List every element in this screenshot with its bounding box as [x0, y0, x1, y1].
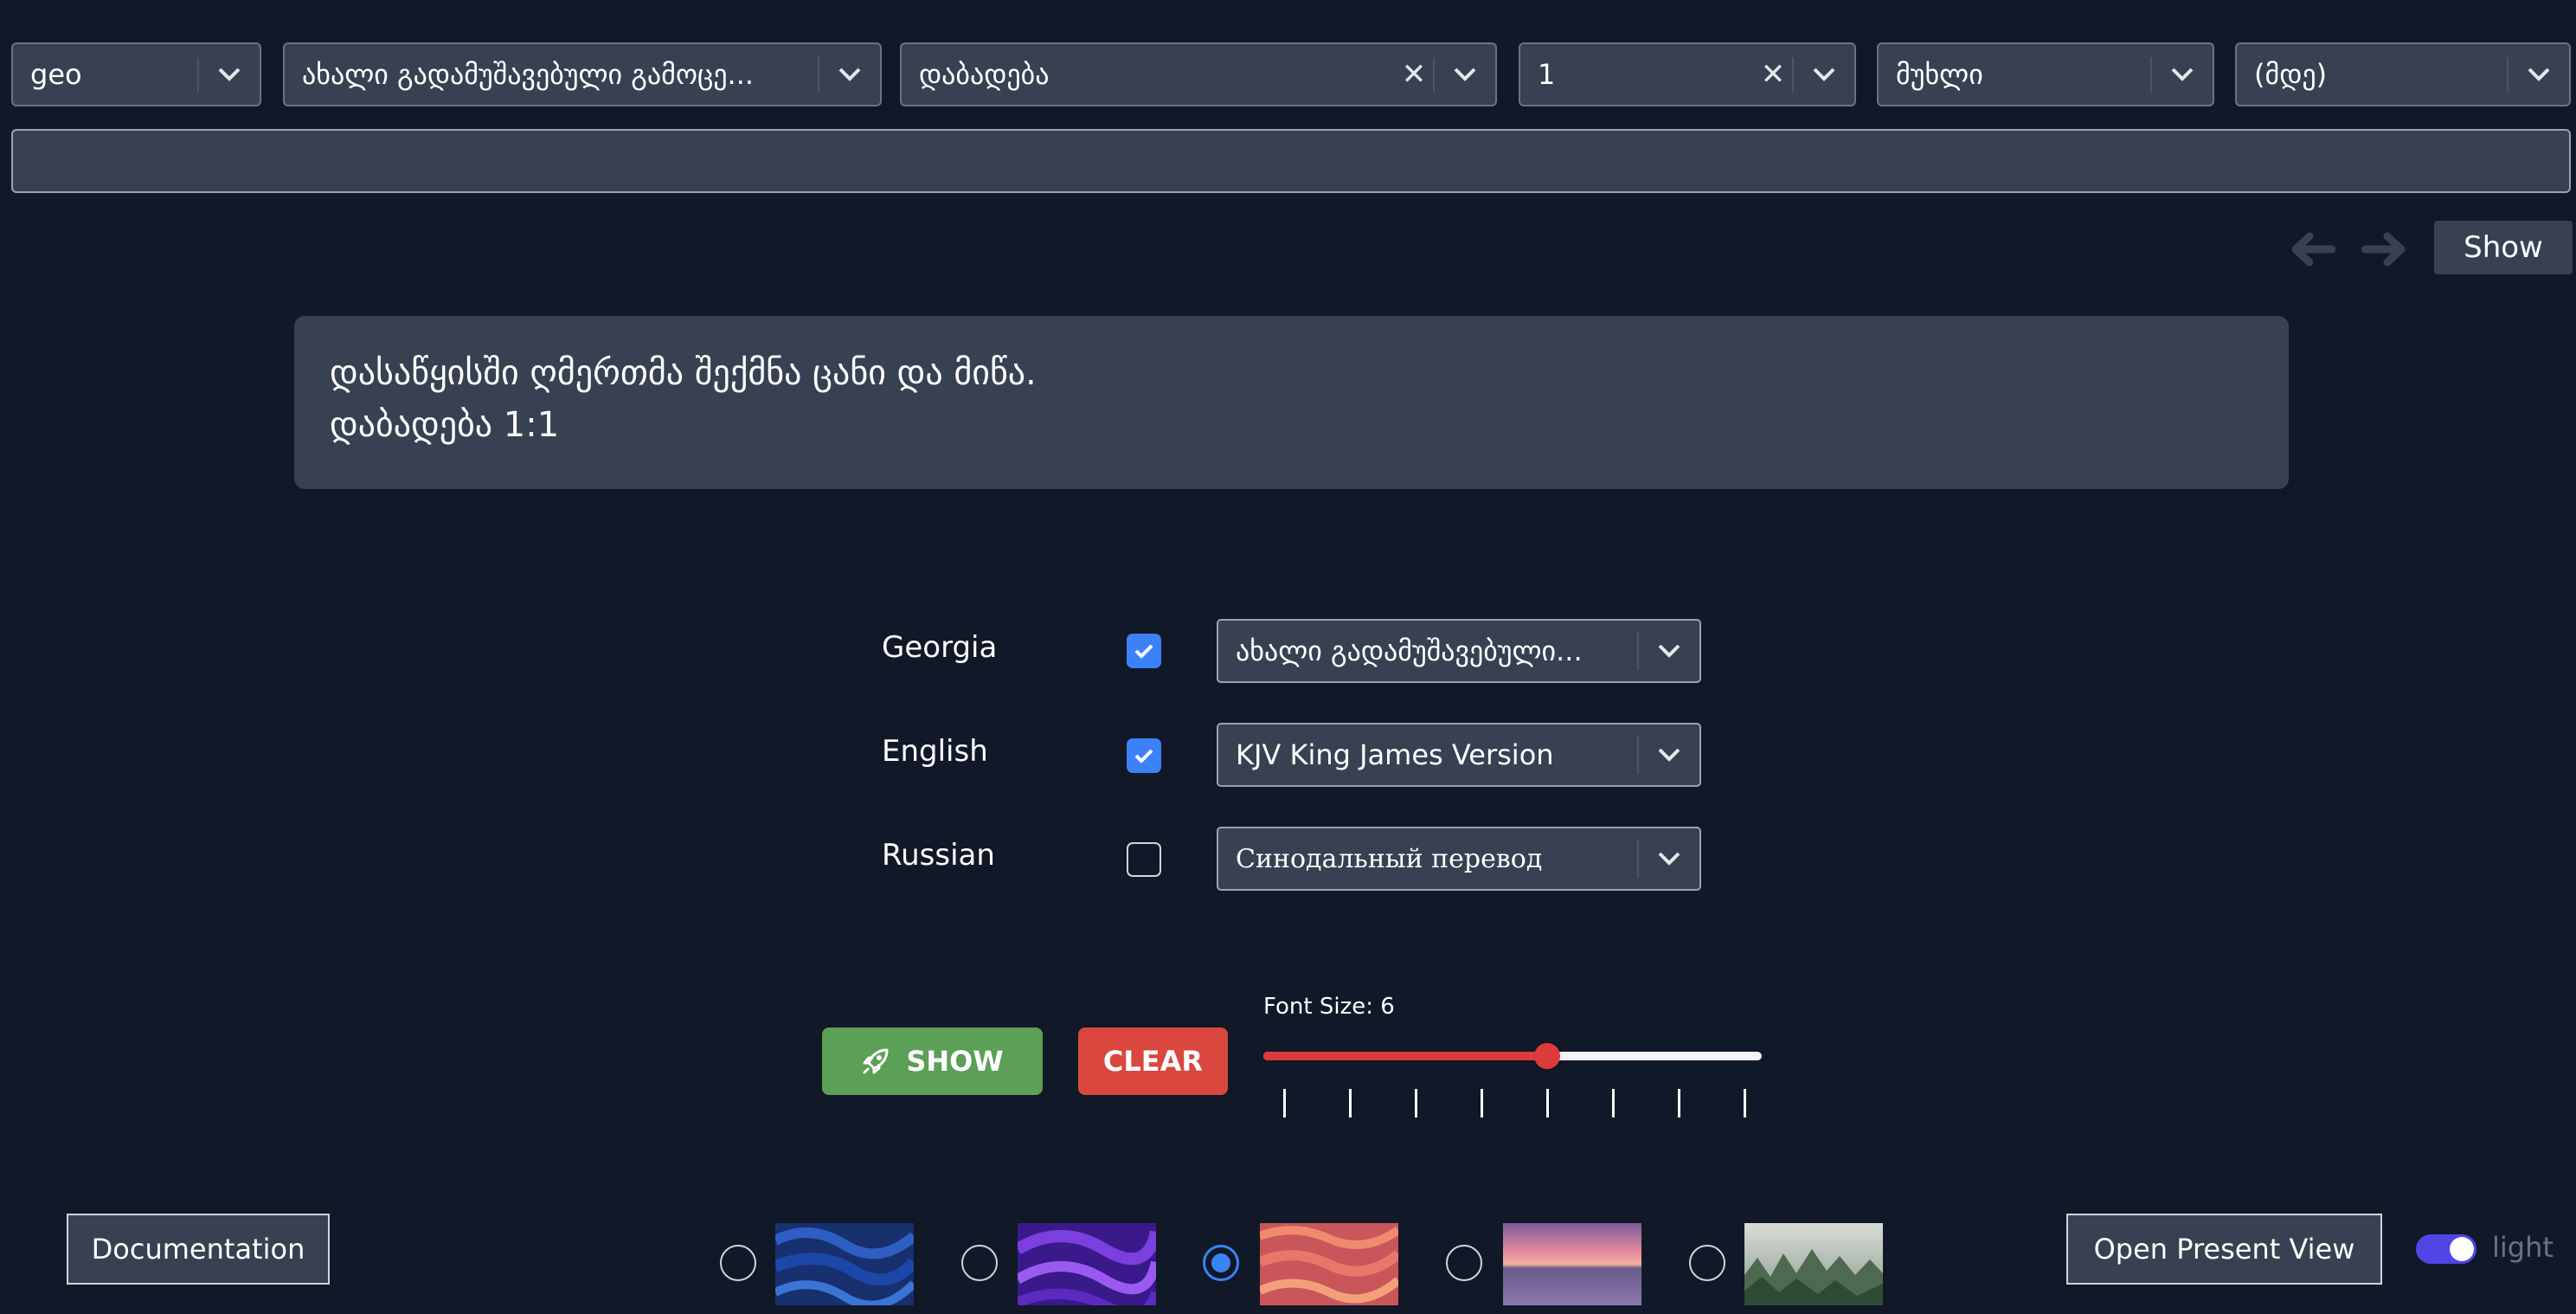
georgia-version-value: ახალი გადამუშავებული... — [1236, 634, 1583, 667]
slider-tick — [1612, 1089, 1615, 1118]
arrow-right-icon[interactable] — [2361, 232, 2408, 267]
language-select-value: geo — [30, 58, 82, 91]
check-icon — [1134, 644, 1153, 659]
georgia-version-select[interactable]: ახალი გადამუშავებული... — [1217, 619, 1701, 683]
chevron-down-icon[interactable] — [1639, 747, 1699, 763]
language-label-georgia: Georgia — [882, 630, 998, 665]
close-icon[interactable]: ✕ — [1754, 57, 1792, 92]
verse-display: დასაწყისში ღმერთმა შექმნა ცანი და მიწა. … — [294, 316, 2289, 489]
slider-tick — [1283, 1089, 1286, 1118]
slider-tick — [1546, 1089, 1549, 1118]
close-icon[interactable]: ✕ — [1395, 57, 1433, 92]
verse-to-select[interactable]: (მდე) — [2235, 42, 2571, 106]
verse-select-value: მუხლი — [1896, 58, 1983, 91]
verse-select[interactable]: მუხლი — [1877, 42, 2214, 106]
russian-version-select[interactable]: Синодальный перевод — [1217, 827, 1701, 891]
background-radio-3[interactable] — [1203, 1245, 1239, 1281]
search-input[interactable] — [11, 129, 2571, 193]
font-size-label: Font Size: 6 — [1263, 994, 1395, 1020]
open-present-view-button[interactable]: Open Present View — [2066, 1214, 2382, 1285]
slider-tick — [1744, 1089, 1746, 1118]
russian-checkbox[interactable] — [1127, 842, 1161, 877]
rocket-icon — [863, 1048, 889, 1074]
slider-tick — [1415, 1089, 1417, 1118]
chevron-down-icon[interactable] — [2152, 67, 2213, 82]
background-thumbnail-purple[interactable] — [1018, 1223, 1156, 1305]
background-radio-1[interactable] — [720, 1245, 756, 1281]
background-radio-5[interactable] — [1689, 1245, 1725, 1281]
book-select[interactable]: დაბადება ✕ — [900, 42, 1497, 106]
verse-text: დასაწყისში ღმერთმა შექმნა ცანი და მიწა. — [330, 353, 1037, 393]
book-select-value: დაბადება — [919, 58, 1050, 91]
background-thumbnail-sunset[interactable] — [1503, 1223, 1641, 1305]
slider-tick — [1481, 1089, 1483, 1118]
arrow-left-icon[interactable] — [2289, 232, 2336, 267]
verse-reference: დაბადება 1:1 — [330, 405, 560, 445]
georgia-checkbox[interactable] — [1127, 634, 1161, 668]
chevron-down-icon[interactable] — [819, 67, 880, 82]
show-button[interactable]: Show — [2434, 221, 2573, 274]
english-version-value: KJV King James Version — [1236, 738, 1554, 771]
chapter-select[interactable]: 1 ✕ — [1519, 42, 1856, 106]
theme-label: light — [2492, 1231, 2554, 1264]
background-radio-2[interactable] — [961, 1245, 998, 1281]
background-thumbnail-forest[interactable] — [1744, 1223, 1883, 1305]
theme-toggle[interactable] — [2416, 1234, 2476, 1264]
font-size-slider[interactable] — [1263, 1043, 1762, 1069]
chevron-down-icon[interactable] — [1639, 643, 1699, 659]
english-version-select[interactable]: KJV King James Version — [1217, 723, 1701, 787]
chevron-down-icon[interactable] — [1794, 67, 1854, 82]
slider-thumb[interactable] — [1534, 1043, 1561, 1069]
language-label-russian: Russian — [882, 838, 995, 873]
show-verse-label: SHOW — [906, 1045, 1004, 1078]
verse-to-select-value: (მდე) — [2254, 58, 2328, 91]
chevron-down-icon[interactable] — [2509, 67, 2569, 82]
slider-tick — [1349, 1089, 1352, 1118]
translation-select-value: ახალი გადამუშავებული გამოცე... — [302, 58, 755, 91]
chevron-down-icon[interactable] — [1639, 851, 1699, 866]
translation-select[interactable]: ახალი გადამუშავებული გამოცე... — [283, 42, 882, 106]
documentation-button[interactable]: Documentation — [67, 1214, 330, 1285]
english-checkbox[interactable] — [1127, 738, 1161, 773]
chevron-down-icon[interactable] — [1435, 67, 1495, 82]
chevron-down-icon[interactable] — [199, 67, 260, 82]
chapter-select-value: 1 — [1538, 58, 1556, 91]
background-thumbnail-coral[interactable] — [1260, 1223, 1398, 1305]
slider-tick — [1678, 1089, 1680, 1118]
background-thumbnail-blue[interactable] — [775, 1223, 914, 1305]
show-verse-button[interactable]: SHOW — [822, 1027, 1043, 1095]
clear-button[interactable]: CLEAR — [1078, 1027, 1228, 1095]
russian-version-value: Синодальный перевод — [1236, 843, 1543, 874]
check-icon — [1134, 749, 1153, 763]
background-radio-4[interactable] — [1446, 1245, 1482, 1281]
slider-fill — [1263, 1052, 1548, 1060]
language-label-english: English — [882, 734, 988, 769]
language-select[interactable]: geo — [11, 42, 261, 106]
